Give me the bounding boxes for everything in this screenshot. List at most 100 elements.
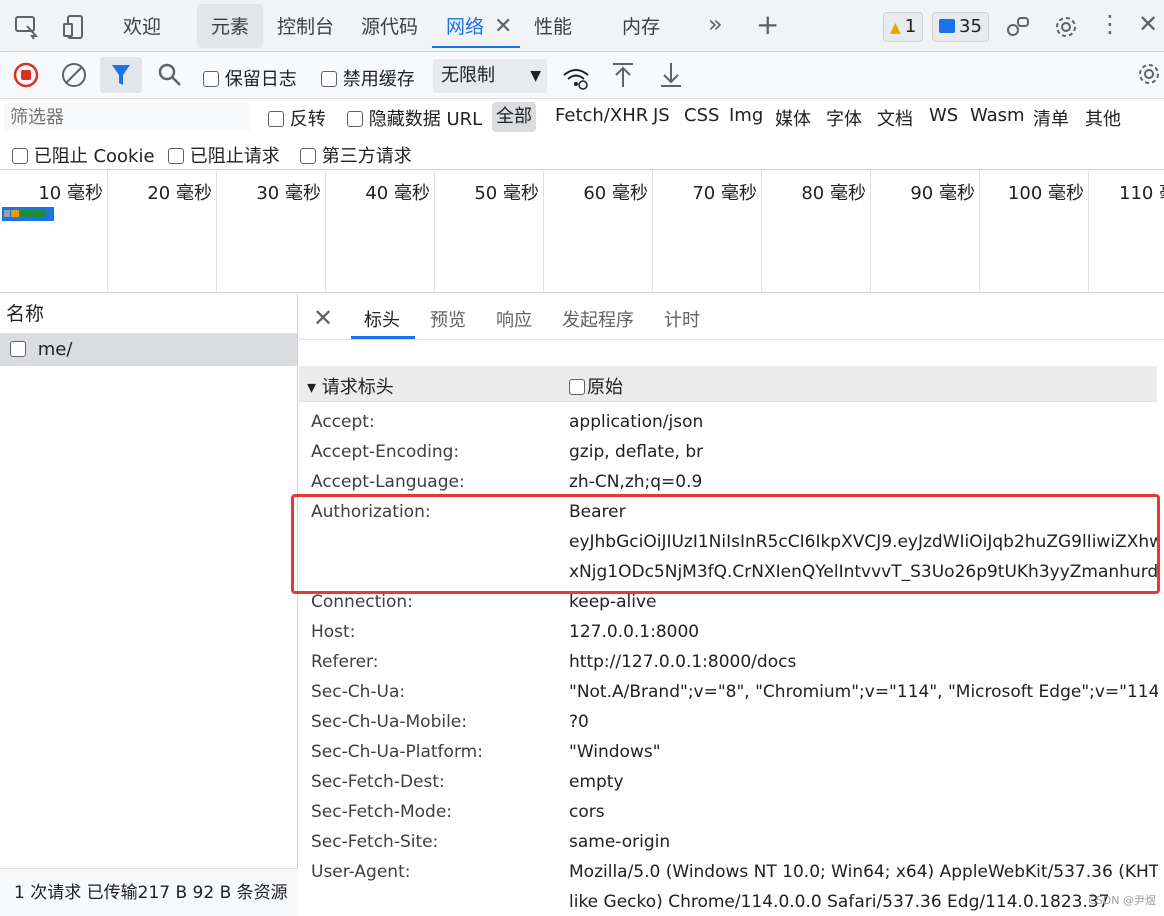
- hide-data-url-checkbox[interactable]: 隐藏数据 URL: [347, 105, 482, 131]
- checkbox-box[interactable]: [300, 148, 316, 164]
- warning-icon: ▲: [890, 20, 901, 36]
- preserve-log-label: 保留日志: [224, 69, 297, 90]
- filter-type-css[interactable]: CSS: [684, 105, 719, 126]
- filter-type-other[interactable]: 其他: [1085, 105, 1121, 131]
- tab-console[interactable]: 控制台: [263, 4, 348, 48]
- tab-preview[interactable]: 预览: [430, 306, 466, 332]
- header-value: cors: [569, 802, 605, 822]
- search-icon[interactable]: [156, 61, 182, 87]
- tab-sources[interactable]: 源代码: [347, 4, 432, 48]
- filter-type-wasm[interactable]: Wasm: [970, 105, 1025, 126]
- timeline-tick: 70 毫秒: [653, 171, 762, 293]
- waterfall-connect: [11, 210, 19, 217]
- tab-response[interactable]: 响应: [496, 306, 532, 332]
- clear-icon[interactable]: [60, 61, 86, 87]
- filter-type-all[interactable]: 全部: [492, 102, 536, 132]
- header-row: Host: 127.0.0.1:8000: [311, 622, 699, 642]
- header-row: Sec-Ch-Ua-Mobile: ?0: [311, 712, 589, 732]
- header-row: Connection: keep-alive: [311, 592, 656, 612]
- throttling-select[interactable]: 无限制 ▼: [433, 59, 547, 93]
- blocked-requests-label: 已阻止请求: [189, 146, 280, 167]
- filter-type-manifest[interactable]: 清单: [1033, 105, 1069, 131]
- request-detail-panel: ✕ 标头 预览 响应 发起程序 计时 ▾ 请求标头 原始 Accept: appl…: [299, 294, 1164, 916]
- timeline-tick: 100 毫秒: [980, 171, 1089, 293]
- waterfall-queue: [4, 210, 10, 217]
- header-row: User-Agent: Mozilla/5.0 (Windows NT 10.0;…: [311, 862, 1164, 882]
- device-toolbar-icon[interactable]: [62, 14, 88, 40]
- header-key: Sec-Ch-Ua-Platform:: [311, 742, 483, 762]
- record-stop-icon[interactable]: [12, 61, 39, 88]
- checkbox-box[interactable]: [12, 148, 28, 164]
- disable-cache-checkbox[interactable]: 禁用缓存: [321, 65, 415, 91]
- request-headers-section[interactable]: ▾ 请求标头 原始: [299, 366, 1157, 402]
- tab-memory[interactable]: 内存: [608, 4, 674, 48]
- checkbox-box[interactable]: [168, 148, 184, 164]
- blocked-cookies-checkbox[interactable]: 已阻止 Cookie: [12, 142, 155, 168]
- messages-badge[interactable]: 35: [932, 12, 989, 42]
- network-conditions-icon[interactable]: [562, 63, 589, 90]
- tick-label: 50 毫秒: [474, 183, 539, 204]
- filter-type-ws[interactable]: WS: [929, 105, 958, 126]
- filter-type-img[interactable]: Img: [729, 105, 763, 126]
- checkbox-box[interactable]: [347, 111, 363, 127]
- close-detail-icon[interactable]: ✕: [313, 304, 333, 332]
- detail-tabs: ✕ 标头 预览 响应 发起程序 计时: [299, 294, 1164, 340]
- inspect-element-icon[interactable]: [14, 14, 40, 40]
- raw-checkbox[interactable]: 原始: [569, 373, 623, 399]
- settings-gear-icon[interactable]: [1053, 14, 1079, 40]
- tab-network[interactable]: 网络 ✕: [432, 4, 521, 50]
- tab-performance[interactable]: 性能: [520, 4, 586, 48]
- close-icon[interactable]: ✕: [494, 4, 512, 50]
- authorization-highlight-box: [291, 494, 1160, 594]
- waterfall-bar: [2, 207, 54, 221]
- header-value: application/json: [569, 412, 704, 432]
- filter-row: 反转 隐藏数据 URL 全部 Fetch/XHR JS CSS Img 媒体 字…: [0, 99, 1164, 135]
- name-column-header[interactable]: 名称: [0, 294, 297, 334]
- filter-type-js[interactable]: JS: [653, 105, 670, 126]
- header-row: Accept-Language: zh-CN,zh;q=0.9: [311, 472, 702, 492]
- tab-initiator[interactable]: 发起程序: [562, 306, 634, 332]
- tab-elements[interactable]: 元素: [197, 4, 264, 48]
- warnings-badge[interactable]: ▲ 1: [883, 12, 924, 42]
- overview-timeline[interactable]: 10 毫秒 20 毫秒 30 毫秒 40 毫秒 50 毫秒 60 毫秒 70 毫…: [0, 171, 1164, 293]
- checkbox-box[interactable]: [321, 71, 337, 87]
- invert-label: 反转: [289, 109, 326, 130]
- section-title: ▾ 请求标头: [307, 377, 394, 398]
- scrollbar[interactable]: [1158, 354, 1164, 914]
- invert-checkbox[interactable]: 反转: [268, 105, 326, 131]
- export-har-icon[interactable]: [658, 61, 684, 87]
- request-row[interactable]: me/: [0, 334, 297, 366]
- tab-network-label: 网络: [446, 16, 485, 38]
- more-tabs-icon[interactable]: »: [708, 10, 734, 38]
- checkbox-box[interactable]: [268, 111, 284, 127]
- header-key: Connection:: [311, 592, 413, 612]
- tick-label: 30 毫秒: [256, 183, 321, 204]
- tab-headers[interactable]: 标头: [364, 306, 400, 332]
- customize-icon[interactable]: [1005, 14, 1031, 40]
- filter-type-doc[interactable]: 文档: [877, 105, 913, 131]
- preserve-log-checkbox[interactable]: 保留日志: [203, 65, 297, 91]
- filter-type-font[interactable]: 字体: [826, 105, 862, 131]
- document-icon: [10, 341, 26, 357]
- network-settings-icon[interactable]: [1136, 61, 1162, 87]
- status-bar: 1 次请求 已传输217 B 92 B 条资源: [0, 868, 298, 916]
- header-value: "Windows": [569, 742, 661, 762]
- import-har-icon[interactable]: [610, 61, 636, 87]
- checkbox-box[interactable]: [569, 379, 585, 395]
- third-party-checkbox[interactable]: 第三方请求: [300, 142, 412, 168]
- blocked-cookies-label: 已阻止 Cookie: [33, 146, 155, 167]
- checkbox-box[interactable]: [203, 71, 219, 87]
- tab-timing[interactable]: 计时: [664, 306, 700, 332]
- header-row: Sec-Ch-Ua: "Not.A/Brand";v="8", "Chromium…: [311, 682, 1164, 702]
- kebab-menu-icon[interactable]: ⋮: [1098, 10, 1122, 38]
- header-key: Sec-Fetch-Mode:: [311, 802, 453, 822]
- filter-type-media[interactable]: 媒体: [775, 105, 811, 131]
- filter-type-fetch-xhr[interactable]: Fetch/XHR: [555, 105, 648, 126]
- tab-welcome[interactable]: 欢迎: [109, 4, 175, 48]
- filter-icon[interactable]: [100, 57, 142, 93]
- filter-input[interactable]: [4, 103, 250, 131]
- blocked-requests-checkbox[interactable]: 已阻止请求: [168, 142, 280, 168]
- add-tab-icon[interactable]: +: [756, 8, 782, 41]
- header-key: Sec-Ch-Ua:: [311, 682, 406, 702]
- close-devtools-icon[interactable]: ✕: [1138, 10, 1164, 38]
